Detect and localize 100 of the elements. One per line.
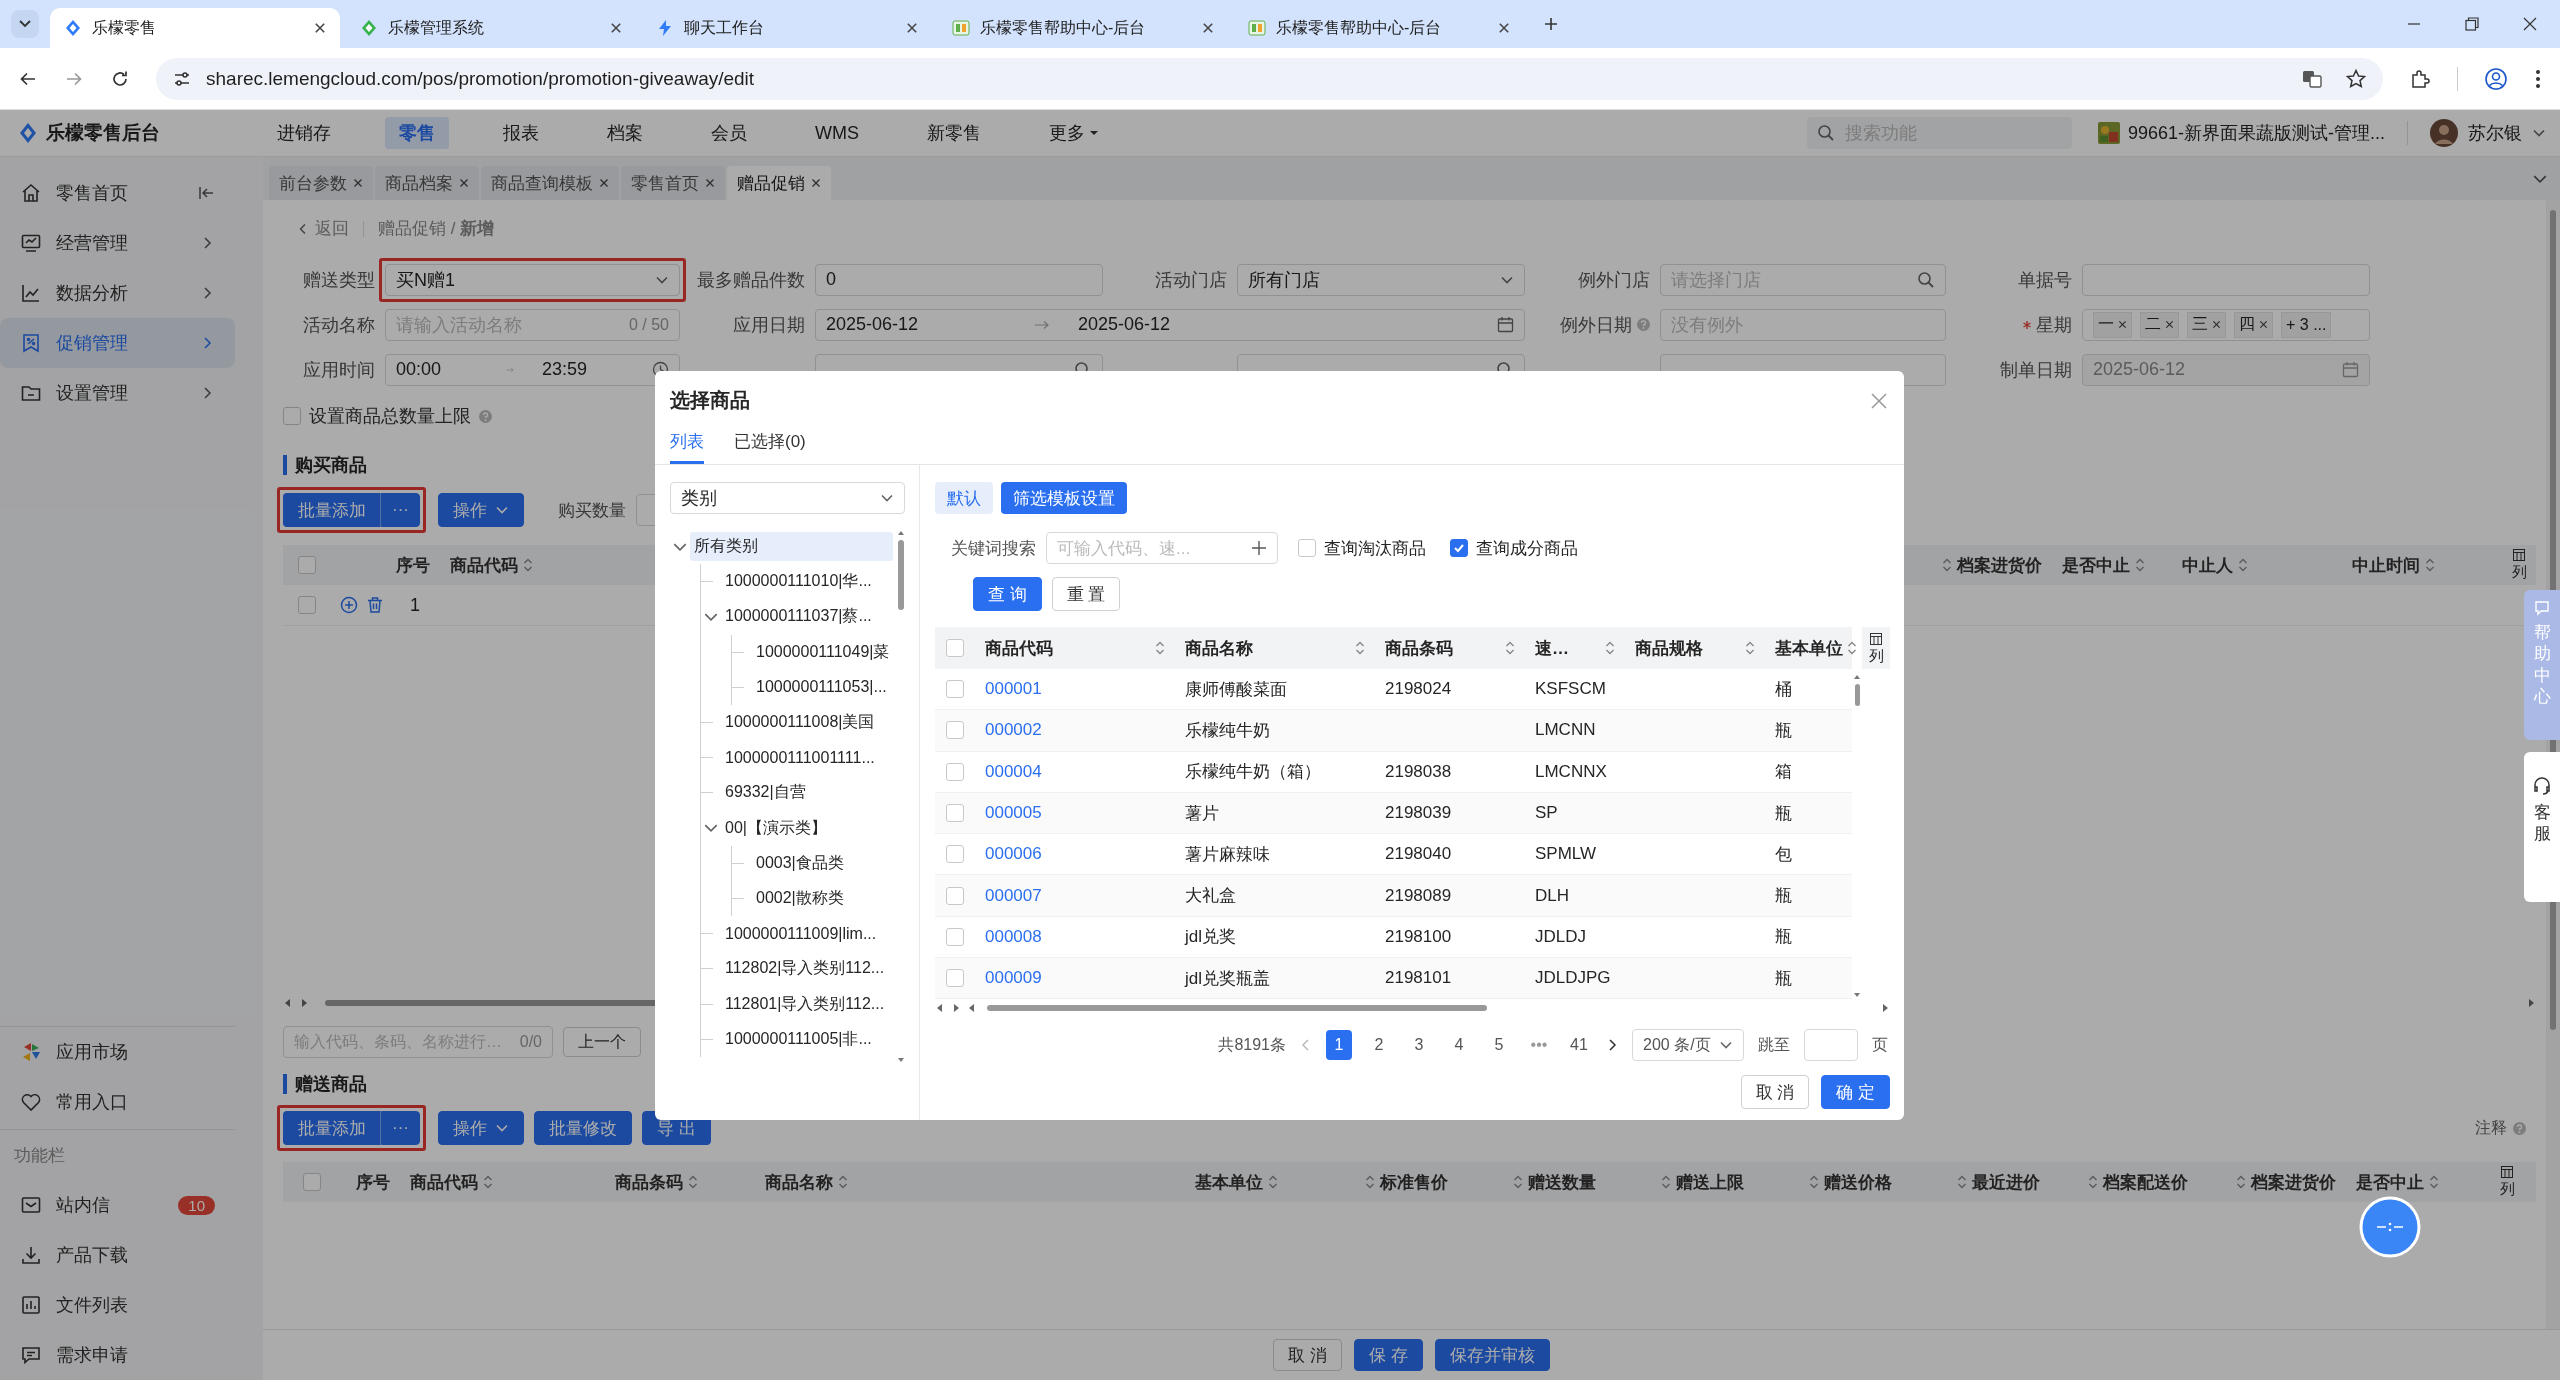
- sidebar-item[interactable]: 常用入口: [0, 1077, 235, 1127]
- extensions-icon[interactable]: [2409, 67, 2431, 90]
- sort-icon[interactable]: [1745, 640, 1755, 656]
- column-header[interactable]: 商品代码: [450, 553, 533, 577]
- column-header[interactable]: 是否中止: [2356, 1170, 2439, 1194]
- column-header[interactable]: 中止时间: [2352, 553, 2435, 577]
- add-icon[interactable]: [1251, 540, 1267, 556]
- sort-icon[interactable]: [1505, 640, 1515, 656]
- column-header[interactable]: 商品条码: [1385, 636, 1453, 660]
- column-header[interactable]: 基本单位: [1775, 636, 1843, 660]
- batch-add-button[interactable]: 批量添加: [283, 1111, 381, 1145]
- browser-tab[interactable]: 乐檬零售帮助中心-后台: [1234, 8, 1524, 48]
- nav-item[interactable]: 档案: [593, 117, 657, 149]
- page-number-field[interactable]: [1804, 1029, 1858, 1062]
- column-header[interactable]: 商品代码: [985, 636, 1053, 660]
- scroll-right-icon[interactable]: [951, 1003, 961, 1014]
- sort-icon[interactable]: [838, 1174, 848, 1190]
- address-bar[interactable]: sharec.lemengcloud.com/pos/promotion/promotion-giveaway/edit: [156, 57, 2383, 100]
- product-code-link[interactable]: 000004: [985, 761, 1042, 782]
- previous-button[interactable]: 上一个: [563, 1027, 641, 1057]
- reset-button[interactable]: 重 置: [1051, 577, 1121, 611]
- customer-service-tab[interactable]: 客服: [2524, 752, 2560, 902]
- tree-item[interactable]: 1000000111037|蔡...: [721, 602, 876, 632]
- checkbox[interactable]: [946, 886, 964, 905]
- checkbox[interactable]: [946, 845, 964, 864]
- column-header[interactable]: 商品规格: [1635, 636, 1703, 660]
- sidebar-item[interactable]: 零售首页: [0, 168, 235, 218]
- scrollbar-thumb[interactable]: [898, 540, 904, 610]
- checkbox[interactable]: [946, 721, 964, 740]
- operation-menu-button[interactable]: 操作: [438, 1111, 524, 1145]
- previous-page-icon[interactable]: [1300, 1038, 1312, 1053]
- select-field[interactable]: 所有门店: [1237, 263, 1525, 296]
- confirm-button[interactable]: 确 定: [1821, 1075, 1890, 1110]
- checkbox[interactable]: [946, 639, 964, 657]
- browser-tab[interactable]: 乐檬零售: [50, 8, 340, 48]
- page-tab[interactable]: 商品档案: [375, 166, 479, 200]
- checkbox[interactable]: [946, 762, 964, 781]
- close-icon[interactable]: [610, 22, 622, 34]
- nav-item[interactable]: WMS: [801, 117, 873, 149]
- column-header[interactable]: 赠送数量: [1513, 1170, 1596, 1194]
- select-field[interactable]: 类别: [670, 482, 905, 514]
- tree-item[interactable]: 0002|散称类: [752, 883, 848, 913]
- sort-icon[interactable]: [2429, 1174, 2439, 1190]
- column-settings-button[interactable]: 列: [2511, 548, 2527, 582]
- sort-icon[interactable]: [2238, 557, 2248, 573]
- cancel-button[interactable]: 取 消: [1740, 1075, 1810, 1110]
- sort-icon[interactable]: [1957, 1174, 1967, 1190]
- column-header[interactable]: 速…: [1535, 636, 1569, 660]
- tree-item[interactable]: 69332|自营: [721, 778, 810, 808]
- footer-button[interactable]: 取 消: [1273, 1339, 1342, 1371]
- close-icon[interactable]: [811, 178, 821, 188]
- close-icon[interactable]: [314, 22, 326, 34]
- product-code-link[interactable]: 000007: [985, 885, 1042, 906]
- time-range-field[interactable]: 00:00 23:59: [385, 353, 680, 386]
- sort-icon[interactable]: [483, 1174, 493, 1190]
- sidebar-item[interactable]: 站内信 10: [0, 1180, 235, 1230]
- checkbox[interactable]: [1298, 539, 1316, 557]
- page-button[interactable]: 41: [1566, 1030, 1592, 1061]
- browser-tab[interactable]: 乐檬零售帮助中心-后台: [938, 8, 1228, 48]
- sidebar-item[interactable]: 产品下载: [0, 1230, 235, 1280]
- browser-tab[interactable]: 乐檬管理系统: [346, 8, 636, 48]
- sidebar-item[interactable]: 需求申请: [0, 1330, 235, 1380]
- column-header[interactable]: 档案进货价: [2236, 1170, 2336, 1194]
- sidebar-item[interactable]: 应用市场: [0, 1027, 235, 1077]
- page-button[interactable]: 4: [1446, 1030, 1472, 1061]
- sort-icon[interactable]: [523, 557, 533, 573]
- product-code-link[interactable]: 000005: [985, 803, 1042, 824]
- page-tab[interactable]: 前台参数: [269, 166, 373, 200]
- scroll-left-icon[interactable]: [935, 1003, 945, 1014]
- column-header[interactable]: 中止人: [2182, 553, 2248, 577]
- scrollbar-thumb[interactable]: [1854, 684, 1860, 706]
- scrollbar-thumb[interactable]: [987, 1005, 1487, 1012]
- checkbox[interactable]: [946, 969, 964, 988]
- star-icon[interactable]: [2345, 67, 2367, 90]
- sort-icon[interactable]: [1661, 1174, 1671, 1190]
- assistant-icon[interactable]: [2359, 1196, 2421, 1258]
- close-icon[interactable]: [2522, 16, 2538, 32]
- filter-button[interactable]: 默认: [935, 482, 993, 514]
- sidebar-item[interactable]: 数据分析: [0, 268, 235, 318]
- nav-item[interactable]: 新零售: [913, 117, 995, 149]
- tab-list-icon[interactable]: [10, 9, 40, 39]
- nav-item[interactable]: 更多: [1035, 117, 1113, 149]
- date-range-field[interactable]: 2025-06-12 2025-06-12: [815, 308, 1525, 341]
- page-tab[interactable]: 赠品促销: [727, 166, 831, 200]
- sort-icon[interactable]: [1809, 1174, 1819, 1190]
- sort-icon[interactable]: [2135, 557, 2145, 573]
- sidebar-item[interactable]: 设置管理: [0, 368, 235, 418]
- sidebar-item[interactable]: 经营管理: [0, 218, 235, 268]
- column-header[interactable]: 商品名称: [1185, 636, 1253, 660]
- toolbar-button[interactable]: 批量修改: [534, 1111, 632, 1145]
- batch-add-button[interactable]: 批量添加: [283, 493, 381, 527]
- profile-icon[interactable]: [2484, 66, 2508, 91]
- column-header[interactable]: 档案进货价: [1942, 553, 2042, 577]
- column-header[interactable]: 档案配送价: [2088, 1170, 2188, 1194]
- close-icon[interactable]: [1202, 22, 1214, 34]
- user-name[interactable]: 苏尔银: [2468, 121, 2522, 145]
- page-button[interactable]: 2: [1366, 1030, 1392, 1061]
- avatar-icon[interactable]: [2430, 119, 2458, 147]
- calendar-icon[interactable]: [1497, 316, 1514, 333]
- more-button[interactable]: ···: [381, 1111, 420, 1145]
